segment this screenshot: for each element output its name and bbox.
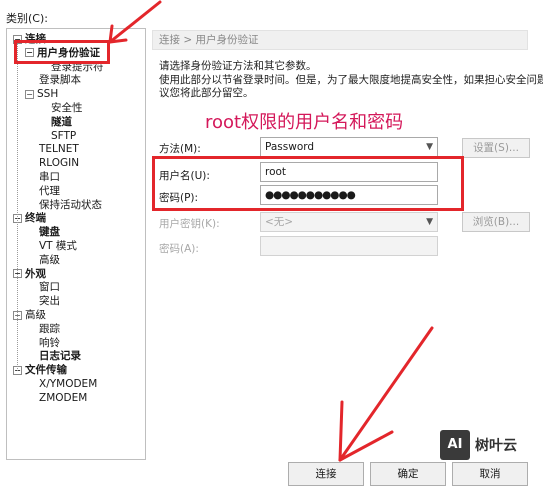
browse-button[interactable]: 浏览(B)... <box>462 212 530 232</box>
tree-item[interactable]: 高级 <box>39 253 60 267</box>
tree-item[interactable]: − 文件传输 <box>13 363 67 377</box>
tree-item-label: 登录脚本 <box>39 74 81 87</box>
highlight-box-tree <box>14 40 110 64</box>
tree-item-label: 终端 <box>25 212 46 225</box>
tree-item-label: 安全性 <box>51 102 83 114</box>
description-line-1: 请选择身份验证方法和其它参数。 <box>159 60 317 72</box>
breadcrumb: 连接 > 用户身份验证 <box>152 30 528 50</box>
user-key-select[interactable]: <无> ▼ <box>260 212 438 232</box>
tree-item-label: X/YMODEM <box>39 378 98 390</box>
tree-item-label: 保持活动状态 <box>39 198 102 211</box>
watermark-text: 树叶云 <box>475 438 517 454</box>
arrow-icon-bottom <box>338 326 434 462</box>
user-key-label: 用户密钥(K): <box>159 218 220 230</box>
tree-item-label: 窗口 <box>39 281 60 294</box>
tree-item-label: RLOGIN <box>39 157 80 170</box>
tree-item-label: SSH <box>37 88 59 101</box>
tree-item-label: 文件传输 <box>25 364 67 377</box>
tree-item[interactable]: 串口 <box>39 170 60 184</box>
tree-item[interactable]: SFTP <box>51 129 76 143</box>
tree-item[interactable]: − SSH <box>25 87 58 101</box>
tree-item[interactable]: ZMODEM <box>39 391 87 405</box>
tree-item-label: SFTP <box>51 129 77 142</box>
method-label: 方法(M): <box>159 143 201 155</box>
tree-item-label: VT 模式 <box>39 240 77 252</box>
tree-item[interactable]: 突出 <box>39 294 60 308</box>
settings-button[interactable]: 设置(S)... <box>462 138 530 158</box>
tree-item[interactable]: 隧道 <box>51 115 72 129</box>
tree-item[interactable]: VT 模式 <box>39 239 77 253</box>
tree-item-label: 键盘 <box>39 226 60 239</box>
tree-item-label: 高级 <box>39 253 60 266</box>
passphrase-input[interactable] <box>260 236 438 256</box>
tree-item-label: 突出 <box>39 295 60 308</box>
tree-item[interactable]: 保持活动状态 <box>39 198 102 212</box>
watermark: AI 树叶云 <box>440 428 540 462</box>
watermark-logo: AI <box>440 430 470 460</box>
tree-item-label: 串口 <box>39 171 60 183</box>
tree-item-label: 外观 <box>25 267 46 280</box>
ok-button[interactable]: 确定 <box>370 462 446 486</box>
tree-item-label: 响铃 <box>39 336 60 349</box>
user-key-value: <无> <box>265 216 294 228</box>
tree-item-label: 代理 <box>39 184 60 197</box>
tree-guide-line <box>17 41 18 371</box>
category-label: 类别(C): <box>6 12 48 25</box>
tree-item[interactable]: 响铃 <box>39 336 60 350</box>
chevron-down-icon: ▼ <box>426 217 433 227</box>
tree-item[interactable]: 代理 <box>39 184 60 198</box>
tree-item-label: 高级 <box>25 309 46 321</box>
category-tree[interactable]: − 连接 − 用户身份验证 登录提示符 登录脚本 − SSH 安全性 隧道 SFTP TELNET RL… <box>6 28 146 460</box>
cancel-button[interactable]: 取消 <box>452 462 528 486</box>
tree-item[interactable]: 日志记录 <box>39 349 81 363</box>
tree-item-label: ZMODEM <box>39 391 88 404</box>
tree-item-label: 跟踪 <box>39 322 60 335</box>
tree-item[interactable]: TELNET <box>39 142 79 156</box>
tree-item-label: 日志记录 <box>39 350 81 363</box>
tree-item[interactable]: X/YMODEM <box>39 377 97 391</box>
tree-item[interactable]: 安全性 <box>51 101 83 115</box>
tree-item[interactable]: 登录脚本 <box>39 73 81 87</box>
tree-item[interactable]: 键盘 <box>39 225 60 239</box>
tree-item[interactable]: RLOGIN <box>39 156 79 170</box>
tree-item[interactable]: 窗口 <box>39 280 60 294</box>
description-line-3: 议您将此部分留空。 <box>159 87 254 99</box>
highlight-box-credentials <box>152 156 464 211</box>
tree-item-label: 隧道 <box>51 115 72 128</box>
tree-item[interactable]: 跟踪 <box>39 322 60 336</box>
passphrase-label: 密码(A): <box>159 243 199 255</box>
method-select[interactable]: Password ▼ <box>260 137 438 157</box>
collapse-toggle-icon[interactable]: − <box>25 89 34 99</box>
chevron-down-icon: ▼ <box>426 142 433 152</box>
annotation-text: root权限的用户名和密码 <box>205 112 404 133</box>
connect-button[interactable]: 连接 <box>288 462 364 486</box>
method-value: Password <box>265 141 315 153</box>
tree-item-label: TELNET <box>39 143 79 156</box>
